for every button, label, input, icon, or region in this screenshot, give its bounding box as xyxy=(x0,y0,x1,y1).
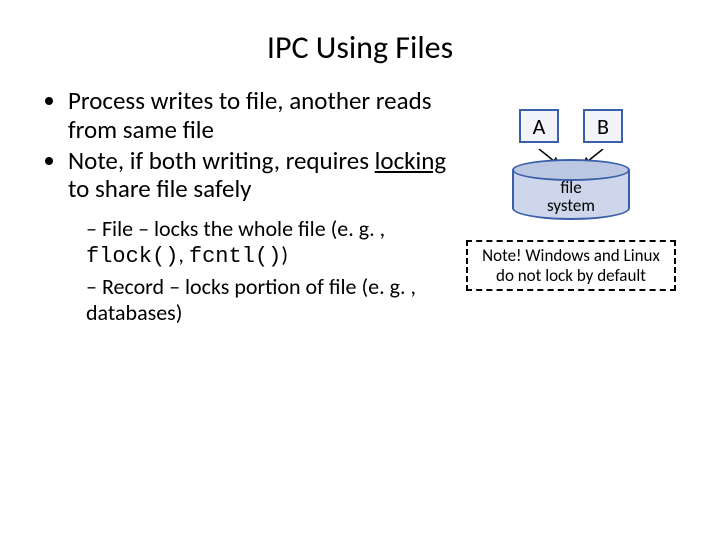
sub1-end: ) xyxy=(281,241,288,268)
process-a-box: A xyxy=(519,109,559,143)
diagram-column: A B file system Not xyxy=(454,87,688,330)
subbullet-1: File – locks the whole file (e. g. , flo… xyxy=(86,216,454,270)
cylinder-wrap: file system xyxy=(454,159,688,220)
bullet-2-underline: locking xyxy=(375,145,447,176)
cyl-label-2: system xyxy=(547,197,595,215)
sub1-code2: fcntl() xyxy=(189,244,281,269)
bullet-1: Process writes to file, another reads fr… xyxy=(68,87,454,145)
process-row: A B xyxy=(454,109,688,143)
bullet-column: Process writes to file, another reads fr… xyxy=(44,87,454,330)
bullet-2-post: to share file safely xyxy=(68,173,252,204)
bullet-2: Note, if both writing, requires locking … xyxy=(68,147,454,326)
file-system-cylinder: file system xyxy=(512,159,630,220)
slide-title: IPC Using Files xyxy=(0,0,720,87)
sub1-code1: flock() xyxy=(86,244,178,269)
subbullet-2: Record – locks portion of file (e. g. , … xyxy=(86,274,454,326)
content-area: Process writes to file, another reads fr… xyxy=(0,87,720,330)
sub1-a: File – locks the whole file (e. g. , xyxy=(102,215,385,242)
sub1-sep: , xyxy=(178,241,188,268)
process-b-box: B xyxy=(583,109,623,143)
note-callout: Note! Windows and Linux do not lock by d… xyxy=(466,240,676,291)
bullet-2-pre: Note, if both writing, requires xyxy=(68,145,375,176)
